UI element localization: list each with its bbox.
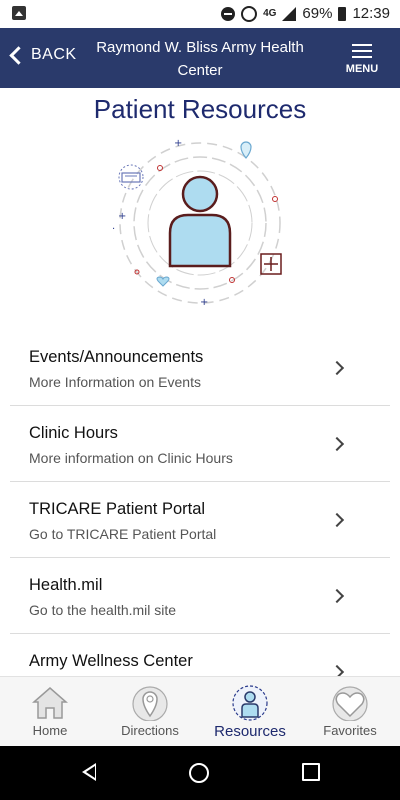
patient-illustration: + + + · <box>112 138 282 305</box>
resource-list: Events/Announcements More Information on… <box>10 330 390 709</box>
item-title: Army Wellness Center <box>29 652 193 670</box>
menu-label: MENU <box>345 63 379 75</box>
network-type: 4G <box>263 8 277 19</box>
system-nav-bar <box>0 746 400 800</box>
person-icon <box>232 685 268 721</box>
bottom-nav: Home Directions Resources Favorites <box>0 676 400 747</box>
chevron-right-icon <box>329 436 345 452</box>
system-recents-icon[interactable] <box>302 763 320 781</box>
status-icons: 4G 69% 12:39 <box>221 5 390 22</box>
list-item-clinic-hours[interactable]: Clinic Hours More information on Clinic … <box>10 406 390 482</box>
system-home-icon[interactable] <box>189 763 209 783</box>
item-subtitle: Go to TRICARE Patient Portal <box>29 526 217 542</box>
svg-text:+: + <box>118 211 126 222</box>
battery-icon <box>338 6 347 21</box>
item-title: Clinic Hours <box>29 424 118 442</box>
back-button[interactable]: BACK <box>8 45 77 65</box>
list-item-events[interactable]: Events/Announcements More Information on… <box>10 330 390 406</box>
system-back-icon[interactable] <box>82 763 96 781</box>
chevron-right-icon <box>329 512 345 528</box>
tab-label: Resources <box>214 723 286 740</box>
tab-label: Home <box>32 723 68 738</box>
building-icon <box>118 164 144 190</box>
page-title: Patient Resources <box>93 94 307 124</box>
item-title: Events/Announcements <box>29 348 204 366</box>
item-subtitle: More Information on Events <box>29 374 201 390</box>
status-bar: 4G 69% 12:39 <box>0 0 400 28</box>
chevron-right-icon <box>329 360 345 376</box>
map-pin-icon <box>132 686 168 721</box>
back-label: BACK <box>31 46 77 63</box>
svg-text:+: + <box>174 138 182 149</box>
item-subtitle: Go to the health.mil site <box>29 602 177 618</box>
heart-icon <box>332 686 368 721</box>
do-not-disturb-icon <box>221 6 236 21</box>
item-title: Health.mil <box>29 576 103 594</box>
menu-button[interactable]: MENU <box>342 40 382 75</box>
clock: 12:39 <box>352 5 390 22</box>
alarm-icon <box>241 5 258 22</box>
hamburger-icon <box>342 44 382 58</box>
tab-home[interactable]: Home <box>0 677 100 747</box>
heart-icon <box>156 276 170 287</box>
item-subtitle: More information on Clinic Hours <box>29 450 233 466</box>
battery-percent: 69% <box>302 5 333 22</box>
chevron-left-icon <box>9 45 28 65</box>
chevron-right-icon <box>329 588 345 604</box>
app-header: BACK Raymond W. Bliss Army Health Center… <box>0 28 400 88</box>
signal-icon <box>282 6 297 21</box>
tab-resources[interactable]: Resources <box>200 677 300 747</box>
image-notification-icon <box>12 6 26 20</box>
tab-directions[interactable]: Directions <box>100 677 200 747</box>
list-item-health-mil[interactable]: Health.mil Go to the health.mil site <box>10 558 390 634</box>
home-icon <box>32 687 68 719</box>
item-title: TRICARE Patient Portal <box>29 500 206 518</box>
list-item-tricare-portal[interactable]: TRICARE Patient Portal Go to TRICARE Pat… <box>10 482 390 558</box>
tab-favorites[interactable]: Favorites <box>300 677 400 747</box>
tab-label: Directions <box>121 723 179 738</box>
svg-text:+: + <box>200 297 208 305</box>
svg-text:·: · <box>112 224 115 235</box>
tab-label: Favorites <box>323 723 377 738</box>
header-title: Raymond W. Bliss Army Health Center <box>96 39 304 79</box>
